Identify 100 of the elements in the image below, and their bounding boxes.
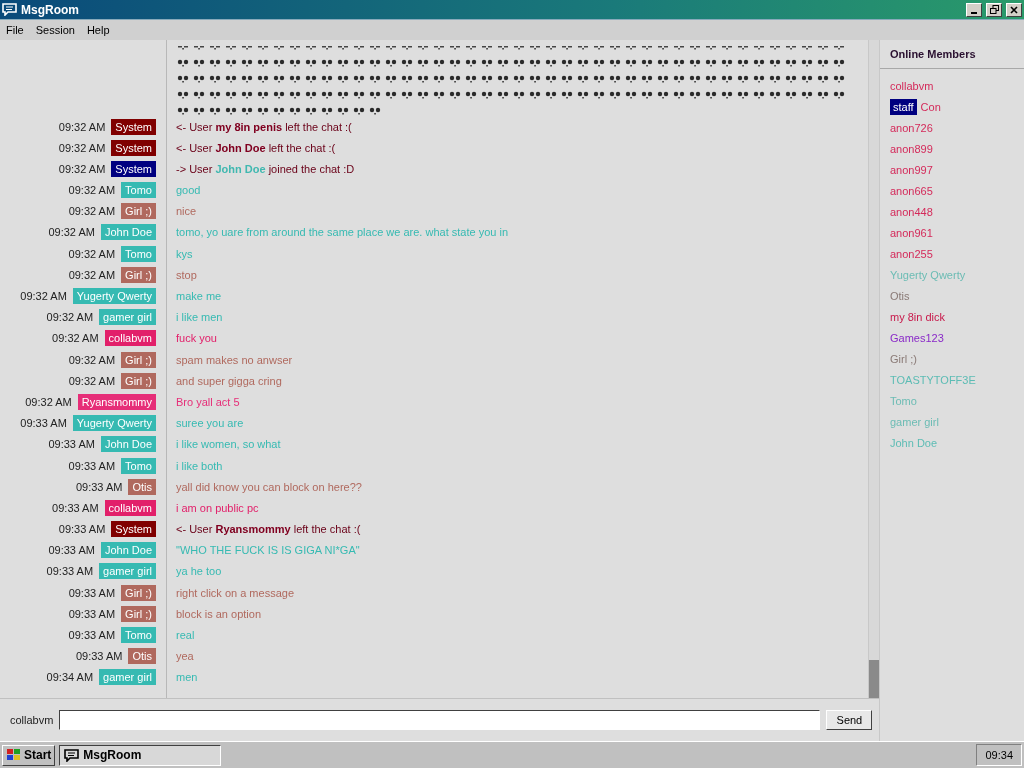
message-text[interactable]: yall did know you can block on here?? [176,480,362,493]
system-message: <- User Ryansmommy left the chat :( [176,523,361,536]
message-text[interactable]: i like women, so what [176,438,281,451]
username-tag: Tomo [121,457,156,474]
username-tag: gamer girl [99,309,156,326]
minimize-icon [971,11,977,14]
menu-item[interactable]: Help [86,24,110,36]
message-time: 09:32 AM [68,353,116,366]
member-name[interactable]: collabvm [890,79,934,92]
message-time: 09:32 AM [58,141,106,154]
member-name[interactable]: John Doe [890,436,938,449]
taskbar-task[interactable]: MsgRoom [59,744,222,766]
username-tag: System [111,139,156,156]
username-tag: Tomo [121,627,156,644]
message-text[interactable]: stop [176,268,197,281]
member-name[interactable]: my 8in dick [890,310,946,323]
windows-logo-icon [6,748,22,762]
message-input[interactable] [59,710,821,730]
username-tag: Otis [128,648,156,665]
system-message: -> User John Doe joined the chat :D [176,162,355,175]
message-text[interactable]: make me [176,290,222,303]
close-icon [1010,5,1018,14]
message-text[interactable]: kys [176,247,193,260]
member-name[interactable]: TOASTYTOFF3E [890,373,976,386]
message-time: 09:32 AM [68,268,116,281]
message-text[interactable]: tomo, yo uare from around the same place we are. what state you in [176,226,508,239]
message-text[interactable]: men [176,671,198,684]
username-tag: John Doe [100,542,156,559]
username-tag: gamer girl [99,563,156,580]
scrollbar[interactable] [868,40,879,698]
member-name[interactable]: anon448 [890,205,933,218]
member-name[interactable]: anon899 [890,142,933,155]
member-name[interactable]: anon997 [890,163,933,176]
message-text[interactable]: nice [176,205,197,218]
message-time: 09:32 AM [46,311,94,324]
member-name[interactable]: anon726 [890,121,933,134]
username-tag: System [111,118,156,135]
message-time: 09:33 AM [46,565,94,578]
message-text[interactable]: real [176,629,195,642]
message-text[interactable]: i am on public pc [176,501,259,514]
member-name[interactable]: Con [920,100,941,113]
message-text[interactable]: fuck you [176,332,217,345]
message-text[interactable]: ya he too [176,565,222,578]
username-tag: collabvm [104,499,156,516]
message-text[interactable]: suree you are [176,417,244,430]
restore-icon [989,5,999,14]
message-time: 09:32 AM [52,332,99,345]
message-text[interactable]: yea [176,650,194,663]
member-name[interactable]: Games123 [890,331,944,344]
member-name[interactable]: anon665 [890,184,933,197]
restore-button[interactable] [986,2,1002,17]
username-tag: System [111,160,156,177]
start-button[interactable]: Start [2,744,56,766]
message-text[interactable]: i like both [176,459,223,472]
message-text[interactable]: block is an option [176,607,261,620]
member-name[interactable]: Yugerty Qwerty [890,268,966,281]
username-tag: Girl ;) [121,351,156,368]
member-name[interactable]: anon961 [890,226,933,239]
member-name[interactable]: anon255 [890,247,933,260]
system-message: <- User my 8in penis left the chat :( [176,120,352,133]
username-tag: Yugerty Qwerty [72,288,156,305]
member-name[interactable]: gamer girl [890,415,939,428]
username-tag: gamer girl [99,669,156,686]
message-time: 09:33 AM [48,438,95,451]
username-tag: Tomo [121,245,156,262]
message-time: 09:32 AM [68,205,116,218]
username-tag: Girl ;) [121,266,156,283]
message-text[interactable]: spam makes no anwser [176,353,293,366]
window-title: MsgRoom [21,2,80,17]
message-text[interactable]: Bro yall act 5 [176,395,240,408]
menu-item[interactable]: File [6,24,24,36]
menu-item[interactable]: Session [35,24,75,36]
username-tag: Girl ;) [121,203,156,220]
member-name[interactable]: Tomo [890,394,917,407]
message-time: 09:33 AM [68,586,116,599]
message-text[interactable]: "WHO THE FUCK IS IS GIGA NI*GA" [176,544,360,557]
send-button[interactable]: Send [826,710,873,730]
username-tag: Girl ;) [121,372,156,389]
chat-icon [2,3,17,16]
clock: 09:34 [976,744,1022,766]
message-text[interactable]: i like men [176,311,223,324]
member-name[interactable]: Girl ;) [890,352,917,365]
username-tag: Tomo [121,182,156,199]
message-text[interactable]: and super gigga cring [176,374,282,387]
member-name[interactable]: Otis [890,289,910,302]
minimize-button[interactable] [966,2,982,17]
message-time: 09:33 AM [48,544,95,557]
message-time: 09:33 AM [68,459,116,472]
close-button[interactable] [1006,2,1022,17]
message-time: 09:33 AM [52,501,99,514]
message-text[interactable]: right click on a message [176,586,294,599]
message-time: 09:32 AM [68,247,116,260]
username-tag: Girl ;) [121,605,156,622]
username-tag: collabvm [104,330,156,347]
message-time: 09:33 AM [75,480,123,493]
message-text[interactable]: good [176,184,201,197]
message-time: 09:32 AM [58,162,106,175]
message-time: 09:32 AM [20,290,67,303]
message-time: 09:33 AM [68,607,116,620]
message-time: 09:32 AM [68,374,116,387]
